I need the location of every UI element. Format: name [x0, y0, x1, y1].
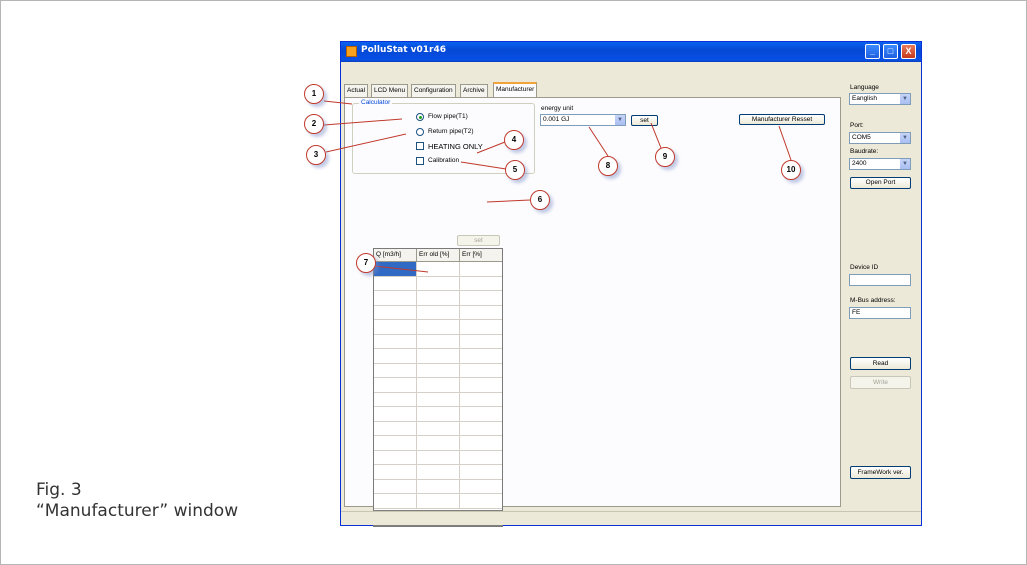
leader-3 — [325, 133, 407, 153]
leader-2 — [323, 118, 403, 126]
leader-7 — [373, 265, 429, 273]
leader-10 — [778, 125, 792, 161]
callout-3: 3 — [306, 145, 326, 165]
callout-2: 2 — [304, 114, 324, 134]
leader-1 — [323, 100, 353, 105]
callout-9: 9 — [655, 147, 675, 167]
callout-7: 7 — [356, 253, 376, 273]
callout-10: 10 — [781, 160, 801, 180]
leader-4 — [476, 141, 506, 154]
callout-8: 8 — [598, 156, 618, 176]
leader-8 — [588, 126, 609, 157]
callout-leaders — [323, 100, 792, 273]
callout-5: 5 — [505, 160, 525, 180]
callout-1: 1 — [304, 84, 324, 104]
callout-6: 6 — [530, 190, 550, 210]
leader-6 — [486, 199, 531, 203]
callout-4: 4 — [504, 130, 524, 150]
leader-5 — [460, 161, 507, 170]
